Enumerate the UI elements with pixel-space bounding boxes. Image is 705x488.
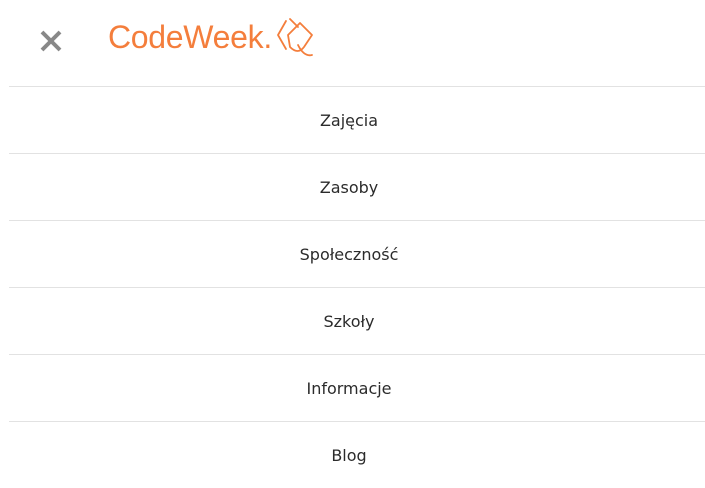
codeweek-logo[interactable]: CodeWeek. xyxy=(108,12,318,62)
logo-text: CodeWeek. xyxy=(108,19,272,55)
menu-item-label: Zasoby xyxy=(319,177,379,197)
menu-item-label: Szkoły xyxy=(323,311,375,331)
close-menu-button[interactable] xyxy=(38,28,64,54)
menu-item-zajecia[interactable]: Zajęcia xyxy=(9,86,705,153)
menu-item-szkoly[interactable]: Szkoły xyxy=(9,287,705,354)
menu-item-zasoby[interactable]: Zasoby xyxy=(9,153,705,220)
menu-item-informacje[interactable]: Informacje xyxy=(9,354,705,421)
menu-item-label: Zajęcia xyxy=(319,110,379,130)
menu-item-label: Informacje xyxy=(306,378,392,398)
menu-item-spolecznosc[interactable]: Społeczność xyxy=(9,220,705,287)
main-navigation-menu: Zajęcia Zasoby Społeczność Szkoły Inform… xyxy=(9,86,705,488)
menu-item-blog[interactable]: Blog xyxy=(9,421,705,488)
mouse-pointer-logo-icon xyxy=(277,18,313,57)
close-icon xyxy=(40,30,62,52)
menu-item-label: Blog xyxy=(331,445,367,465)
menu-item-label: Społeczność xyxy=(299,244,399,264)
header: CodeWeek. xyxy=(0,0,705,86)
